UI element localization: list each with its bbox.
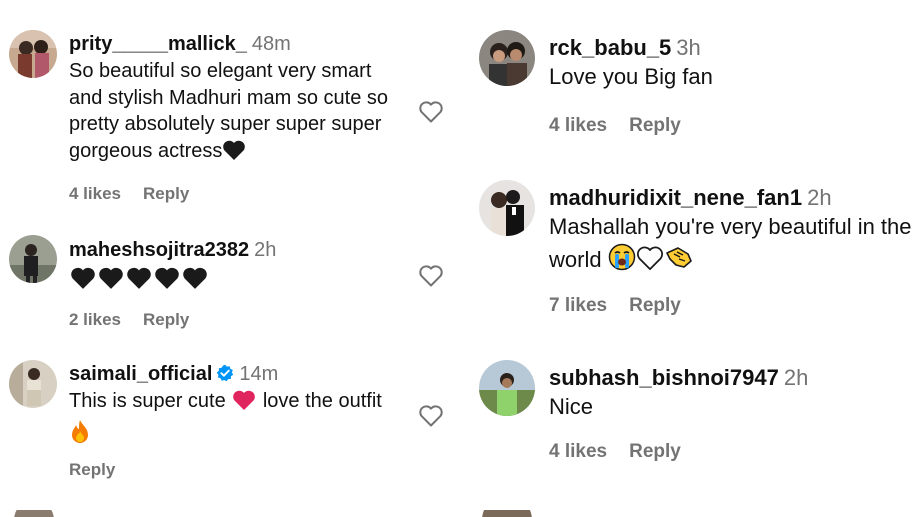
username-link[interactable]: madhuridixit_nene_fan1 (549, 185, 802, 210)
red-heart-icon (231, 389, 257, 419)
verified-badge-icon (216, 364, 234, 382)
username-link[interactable]: saimali_official (69, 363, 212, 385)
white-heart-icon (636, 245, 664, 280)
comment-item: saimali_official 14m This is super cute l… (0, 358, 460, 488)
black-heart-icon (181, 266, 209, 298)
comment-meta: Reply (69, 460, 137, 480)
likes-count[interactable]: 4 likes (549, 441, 607, 462)
pinched-fingers-icon (664, 245, 694, 280)
like-heart-icon[interactable] (418, 100, 444, 124)
username-link[interactable]: subhash_bishnoi7947 (549, 365, 779, 390)
avatar[interactable] (9, 360, 57, 408)
comment-meta: 7 likes Reply (549, 295, 703, 317)
likes-count[interactable]: 4 likes (549, 115, 607, 136)
likes-count[interactable]: 2 likes (69, 310, 121, 329)
comment-time: 2h (783, 365, 809, 390)
right-comments-column: rck_babu_5 3h Love you Big fan 4 likes Rep… (470, 0, 920, 517)
reply-button[interactable]: Reply (69, 460, 115, 479)
like-heart-icon[interactable] (418, 404, 444, 428)
reply-button[interactable]: Reply (143, 310, 189, 329)
reply-button[interactable]: Reply (629, 295, 681, 316)
black-heart-icon (125, 266, 153, 298)
comment-time: 2h (807, 185, 832, 210)
comment-meta: 4 likes Reply (69, 184, 211, 204)
comment-time: 3h (676, 35, 701, 60)
reply-button[interactable]: Reply (629, 441, 681, 462)
black-heart-icon (222, 139, 246, 169)
avatar-partial[interactable] (482, 507, 532, 517)
comment-time: 48m (251, 33, 291, 55)
comment-header: subhash_bishnoi7947 2h (549, 365, 920, 391)
comment-meta: 4 likes Reply (549, 115, 703, 137)
reply-button[interactable]: Reply (143, 184, 189, 203)
comment-body: subhash_bishnoi7947 2h Nice 4 likes Reply (549, 365, 920, 462)
comment-header: saimali_official 14m (69, 362, 410, 386)
black-heart-icon (97, 266, 125, 298)
comment-time: 14m (239, 363, 279, 385)
comment-header: madhuridixit_nene_fan1 2h (549, 185, 920, 211)
comment-time: 2h (254, 239, 277, 261)
comment-item: maheshsojitra2382 2h 2 likes Reply (0, 232, 460, 332)
avatar[interactable] (9, 30, 57, 78)
left-comments-column: prity_____mallick_ 48m So beautiful so el… (0, 0, 460, 517)
likes-count[interactable]: 7 likes (549, 295, 607, 316)
comment-body: rck_babu_5 3h Love you Big fan 4 likes Rep… (549, 35, 920, 136)
comment-text: This is super cute love the outfit (69, 388, 410, 452)
comment-text: Mashallah you're very beautiful in the w… (549, 211, 920, 280)
comment-header: maheshsojitra2382 2h (69, 238, 410, 262)
avatar[interactable] (9, 235, 57, 283)
comment-body: madhuridixit_nene_fan1 2h Mashallah you'r… (549, 185, 920, 316)
comment-body: prity_____mallick_ 48m So beautiful so el… (69, 32, 410, 203)
avatar[interactable] (479, 180, 535, 236)
comment-text-content: Mashallah you're very beautiful in the w… (549, 214, 912, 272)
likes-count[interactable]: 4 likes (69, 184, 121, 203)
comment-item: rck_babu_5 3h Love you Big fan 4 likes Rep… (470, 30, 920, 150)
fire-icon (69, 419, 91, 453)
comment-text: Love you Big fan (549, 64, 713, 89)
comment-item: subhash_bishnoi7947 2h Nice 4 likes Reply (470, 360, 920, 480)
avatar-partial[interactable] (14, 507, 54, 517)
loudly-crying-face-icon (608, 243, 636, 280)
comment-text-end: love the outfit (262, 390, 382, 412)
comment-header: rck_babu_5 3h (549, 35, 920, 61)
comment-item: prity_____mallick_ 48m So beautiful so el… (0, 28, 460, 208)
username-link[interactable]: maheshsojitra2382 (69, 239, 249, 261)
username-link[interactable]: prity_____mallick_ (69, 33, 247, 55)
avatar[interactable] (479, 360, 535, 416)
like-heart-icon[interactable] (418, 264, 444, 288)
comment-text-start: This is super cute (69, 390, 226, 412)
username-link[interactable]: rck_babu_5 (549, 35, 671, 60)
comment-meta: 4 likes Reply (549, 441, 703, 463)
comment-text (69, 266, 410, 298)
black-heart-icon (153, 266, 181, 298)
avatar[interactable] (479, 30, 535, 86)
comment-body: saimali_official 14m This is super cute l… (69, 362, 410, 479)
comment-text: So beautiful so elegant very smart and s… (69, 58, 410, 168)
comment-meta: 2 likes Reply (69, 310, 211, 330)
black-heart-icon (69, 266, 97, 298)
comment-header: prity_____mallick_ 48m (69, 32, 410, 56)
reply-button[interactable]: Reply (629, 115, 681, 136)
comment-body: maheshsojitra2382 2h 2 likes Reply (69, 238, 410, 329)
comment-item: madhuridixit_nene_fan1 2h Mashallah you'r… (470, 180, 920, 320)
comment-text: Nice (549, 394, 594, 419)
